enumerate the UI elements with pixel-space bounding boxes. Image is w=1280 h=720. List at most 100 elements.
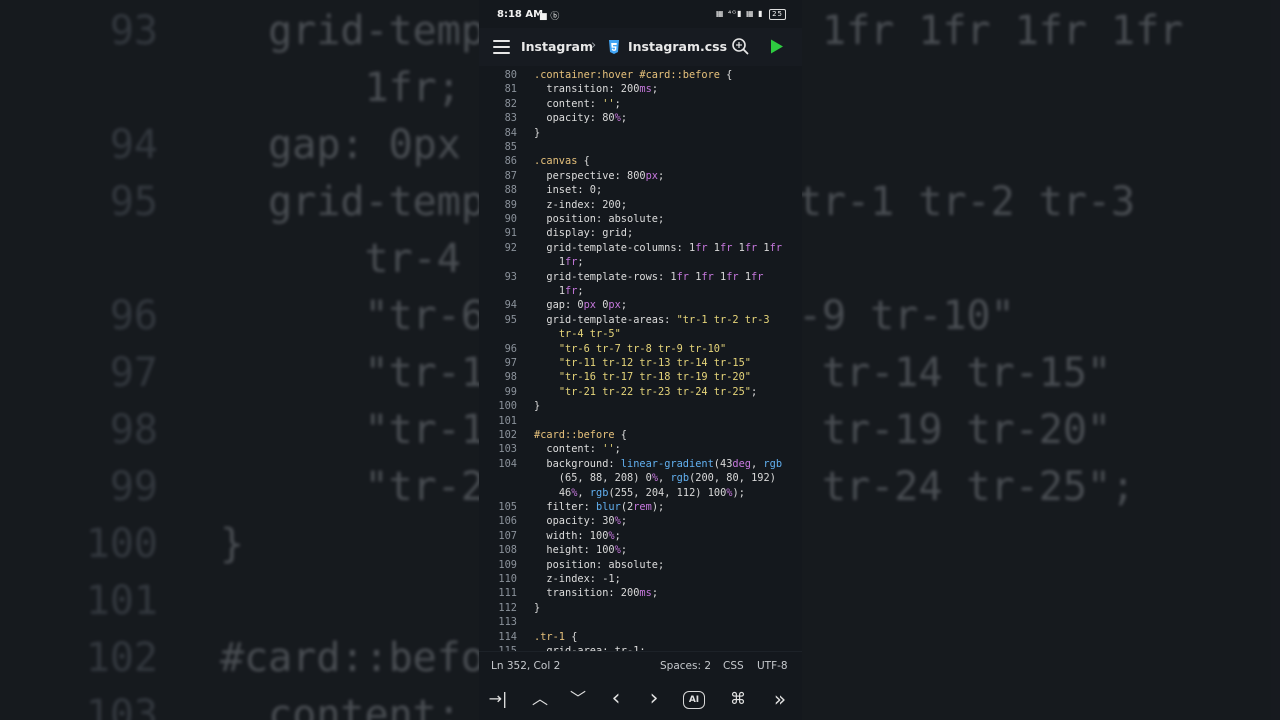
code-line[interactable]: (65, 88, 208) 0%, rgb(200, 80, 192) [479, 471, 802, 485]
line-code[interactable]: z-index: -1; [534, 572, 620, 586]
code-line[interactable]: 97 "tr-11 tr-12 tr-13 tr-14 tr-15" [479, 356, 802, 370]
line-code[interactable]: perspective: 800px; [534, 169, 664, 183]
line-code[interactable]: 1fr; [534, 284, 584, 298]
line-code[interactable]: } [534, 126, 540, 140]
code-line[interactable]: 101 [479, 414, 802, 428]
code-line[interactable]: 104 background: linear-gradient(43deg, r… [479, 457, 802, 471]
run-icon[interactable] [770, 39, 784, 54]
code-line[interactable]: 88 inset: 0; [479, 183, 802, 197]
network-icons: ▦ ⁴ᴳ▮ ▦ ▮ [715, 9, 764, 18]
code-line[interactable]: 96 "tr-6 tr-7 tr-8 tr-9 tr-10" [479, 342, 802, 356]
code-line[interactable]: 46%, rgb(255, 204, 112) 100%); [479, 486, 802, 500]
line-code[interactable]: transition: 200ms; [534, 586, 658, 600]
code-line[interactable]: 87 perspective: 800px; [479, 169, 802, 183]
line-code[interactable]: "tr-16 tr-17 tr-18 tr-19 tr-20" [534, 370, 751, 384]
code-line[interactable]: 115 grid-area: tr-1; [479, 644, 802, 651]
line-code[interactable]: z-index: 200; [534, 198, 627, 212]
line-code[interactable]: width: 100%; [534, 529, 620, 543]
code-line[interactable]: 83 opacity: 80%; [479, 111, 802, 125]
command-icon[interactable]: ⌘ [725, 687, 751, 711]
code-line[interactable]: 95 grid-template-areas: "tr-1 tr-2 tr-3 [479, 313, 802, 327]
tab-key-icon[interactable]: →| [485, 687, 511, 711]
code-line[interactable]: 81 transition: 200ms; [479, 82, 802, 96]
code-line[interactable]: 108 height: 100%; [479, 543, 802, 557]
arrow-left-icon[interactable]: ‹ [603, 687, 629, 711]
line-code[interactable]: background: linear-gradient(43deg, rgb [534, 457, 782, 471]
line-code[interactable]: opacity: 30%; [534, 514, 627, 528]
code-line[interactable]: 111 transition: 200ms; [479, 586, 802, 600]
line-code[interactable]: .container:hover #card::before { [534, 68, 732, 82]
breadcrumb-project[interactable]: Instagram [521, 39, 593, 54]
code-line[interactable]: 92 grid-template-columns: 1fr 1fr 1fr 1f… [479, 241, 802, 255]
code-line[interactable]: 106 opacity: 30%; [479, 514, 802, 528]
code-line[interactable]: 90 position: absolute; [479, 212, 802, 226]
line-code[interactable]: .tr-1 { [534, 630, 577, 644]
line-code[interactable]: grid-template-rows: 1fr 1fr 1fr 1fr [534, 270, 763, 284]
code-line[interactable]: 85 [479, 140, 802, 154]
code-line[interactable]: 80 .container:hover #card::before { [479, 68, 802, 82]
line-code[interactable]: grid-template-columns: 1fr 1fr 1fr 1fr [534, 241, 782, 255]
line-code[interactable]: "tr-21 tr-22 tr-23 tr-24 tr-25"; [534, 385, 757, 399]
line-code[interactable]: height: 100%; [534, 543, 627, 557]
menu-icon[interactable] [493, 40, 510, 54]
arrow-up-icon[interactable]: ︿ [527, 687, 553, 711]
arrow-down-icon[interactable]: ﹀ [565, 687, 591, 711]
line-code[interactable]: #card::before { [534, 428, 627, 442]
code-line[interactable]: 110 z-index: -1; [479, 572, 802, 586]
status-bar: 8:18 AM ■ ⓑ ▦ ⁴ᴳ▮ ▦ ▮ 25 [479, 0, 802, 28]
line-code[interactable]: filter: blur(2rem); [534, 500, 664, 514]
line-code[interactable]: grid-area: tr-1; [534, 644, 645, 651]
line-code[interactable]: content: ''; [534, 97, 620, 111]
code-line[interactable]: 84} [479, 126, 802, 140]
line-code[interactable]: tr-4 tr-5" [534, 327, 621, 341]
line-code[interactable]: 46%, rgb(255, 204, 112) 100%); [534, 486, 745, 500]
line-code[interactable]: position: absolute; [534, 212, 664, 226]
indentation-setting[interactable]: Spaces: 2 [660, 660, 711, 672]
language-mode[interactable]: CSS [723, 660, 744, 672]
code-line[interactable]: 86 .canvas { [479, 154, 802, 168]
code-line[interactable]: 99 "tr-21 tr-22 tr-23 tr-24 tr-25"; [479, 385, 802, 399]
code-line[interactable]: 107 width: 100%; [479, 529, 802, 543]
line-code[interactable]: "tr-11 tr-12 tr-13 tr-14 tr-15" [534, 356, 751, 370]
line-code[interactable]: position: absolute; [534, 558, 664, 572]
code-line[interactable]: 113 [479, 615, 802, 629]
line-code[interactable]: opacity: 80%; [534, 111, 627, 125]
breadcrumb-file[interactable]: Instagram.css [628, 39, 727, 54]
line-code[interactable]: } [534, 399, 540, 413]
search-icon[interactable] [731, 37, 749, 55]
code-line[interactable]: tr-4 tr-5" [479, 327, 802, 341]
arrow-right-icon[interactable]: › [641, 687, 667, 711]
code-line[interactable]: 112} [479, 601, 802, 615]
line-code[interactable]: display: grid; [534, 226, 633, 240]
code-line[interactable]: 103 content: ''; [479, 442, 802, 456]
code-editor[interactable]: 80 .container:hover #card::before {81 tra… [479, 66, 802, 651]
code-line[interactable]: 1fr; [479, 284, 802, 298]
line-code[interactable]: .canvas { [534, 154, 590, 168]
code-line[interactable]: 102 #card::before { [479, 428, 802, 442]
line-code[interactable]: transition: 200ms; [534, 82, 658, 96]
line-code[interactable]: content: ''; [534, 442, 620, 456]
line-code[interactable]: grid-template-areas: "tr-1 tr-2 tr-3 [534, 313, 769, 327]
editor-toolbar: Instagram › Instagram.css [479, 28, 802, 66]
ai-assistant-button[interactable]: AI [683, 691, 705, 709]
code-line[interactable]: 114 .tr-1 { [479, 630, 802, 644]
line-code[interactable]: } [534, 601, 540, 615]
code-line[interactable]: 100} [479, 399, 802, 413]
code-line[interactable]: 105 filter: blur(2rem); [479, 500, 802, 514]
code-line[interactable]: 93 grid-template-rows: 1fr 1fr 1fr 1fr [479, 270, 802, 284]
cursor-position[interactable]: Ln 352, Col 2 [491, 660, 560, 672]
line-code[interactable]: 1fr; [534, 255, 584, 269]
line-code[interactable]: (65, 88, 208) 0%, rgb(200, 80, 192) [534, 471, 776, 485]
code-line[interactable]: 89 z-index: 200; [479, 198, 802, 212]
code-line[interactable]: 94 gap: 0px 0px; [479, 298, 802, 312]
code-line[interactable]: 1fr; [479, 255, 802, 269]
file-encoding[interactable]: UTF-8 [757, 660, 788, 672]
line-code[interactable]: "tr-6 tr-7 tr-8 tr-9 tr-10" [534, 342, 726, 356]
line-code[interactable]: inset: 0; [534, 183, 602, 197]
code-line[interactable]: 98 "tr-16 tr-17 tr-18 tr-19 tr-20" [479, 370, 802, 384]
line-code[interactable]: gap: 0px 0px; [534, 298, 627, 312]
code-line[interactable]: 82 content: ''; [479, 97, 802, 111]
code-line[interactable]: 91 display: grid; [479, 226, 802, 240]
more-keys-icon[interactable]: » [767, 687, 793, 711]
code-line[interactable]: 109 position: absolute; [479, 558, 802, 572]
